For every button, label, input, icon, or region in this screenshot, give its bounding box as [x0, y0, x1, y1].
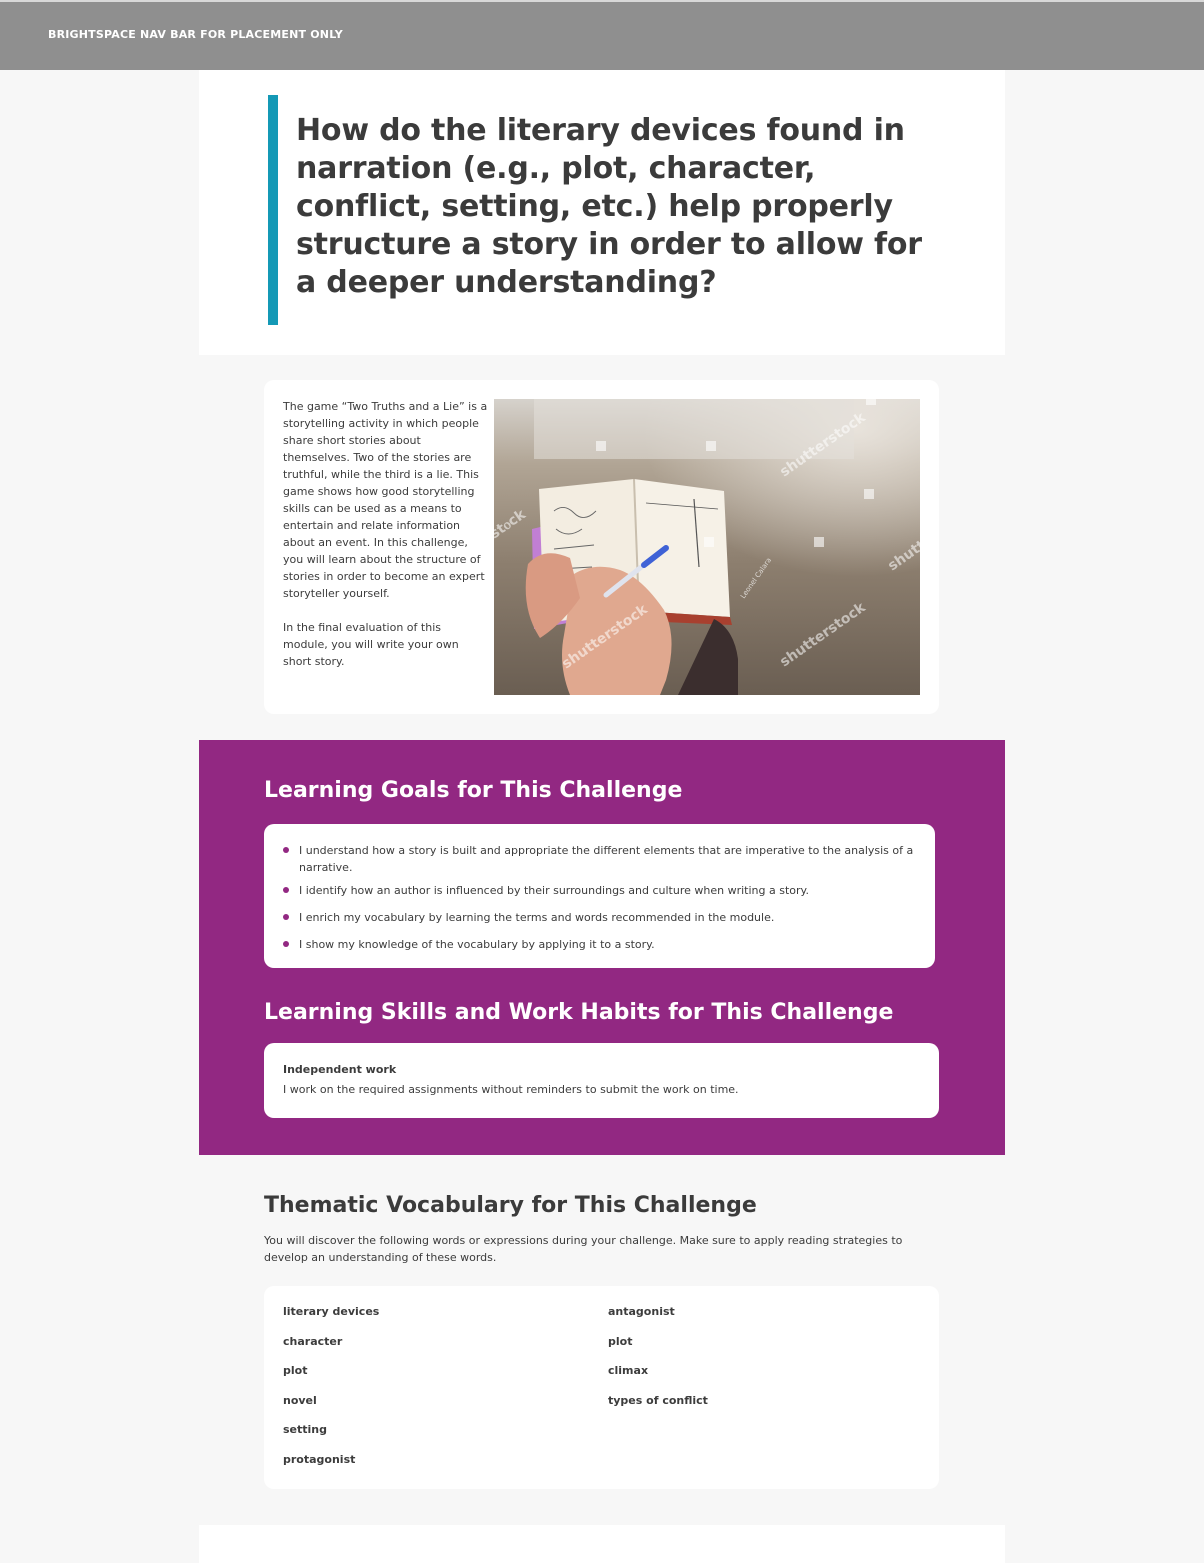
intro-paragraph: In the final evaluation of this module, … [283, 621, 459, 668]
photo-icon: shutterstock shutterstock shutterstock s… [494, 399, 920, 695]
bullet-icon [283, 847, 289, 853]
vocabulary-card: literary devices character plot novel se… [264, 1286, 939, 1489]
learning-goals-card: I understand how a story is built and ap… [264, 824, 935, 968]
bullet-icon [283, 887, 289, 893]
learning-goals-title: Learning Goals for This Challenge [264, 778, 683, 803]
learning-goals-section: Learning Goals for This Challenge I unde… [199, 740, 1005, 1155]
learning-goals-list: I understand how a story is built and ap… [283, 842, 917, 953]
list-item: I understand how a story is built and ap… [283, 842, 917, 876]
intro-card: The game “Two Truths and a Lie” is a sto… [264, 380, 939, 714]
vocabulary-term: types of conflict [608, 1393, 708, 1407]
list-item: I enrich my vocabulary by learning the t… [283, 909, 917, 926]
vocabulary-list-left: literary devices character plot novel se… [283, 1303, 379, 1481]
learning-skills-title: Learning Skills and Work Habits for This… [264, 1000, 894, 1025]
vocabulary-list-right: antagonist plot climax types of conflict [608, 1303, 708, 1421]
vocabulary-term: setting [283, 1423, 327, 1437]
nav-bar-label: BRIGHTSPACE NAV BAR FOR PLACEMENT ONLY [48, 28, 343, 41]
page-title: How do the literary devices found in nar… [296, 113, 922, 300]
list-item: I identify how an author is influenced b… [283, 882, 917, 899]
hero-section: How do the literary devices found in nar… [199, 70, 1005, 355]
skill-description: I work on the required assignments witho… [283, 1083, 739, 1096]
learning-skills-card: Independent work I work on the required … [264, 1043, 939, 1118]
intro-paragraph: The game “Two Truths and a Lie” is a sto… [283, 400, 488, 600]
vocabulary-intro: You will discover the following words or… [264, 1234, 903, 1264]
skill-heading: Independent work [283, 1063, 397, 1076]
page-content: How do the literary devices found in nar… [199, 70, 1005, 1563]
intro-section: The game “Two Truths and a Lie” is a sto… [199, 355, 1005, 740]
list-item: I show my knowledge of the vocabulary by… [283, 936, 917, 953]
bullet-icon [283, 914, 289, 920]
vocabulary-term: plot [608, 1334, 633, 1348]
vocabulary-term: character [283, 1334, 343, 1348]
vocabulary-term: protagonist [283, 1452, 356, 1466]
vocabulary-title: Thematic Vocabulary for This Challenge [264, 1193, 757, 1218]
vocabulary-term: plot [283, 1364, 308, 1378]
vocabulary-term: novel [283, 1393, 317, 1407]
notebook-photo: shutterstock shutterstock shutterstock s… [494, 399, 920, 695]
hero-accent-bar [268, 95, 278, 325]
vocabulary-term: literary devices [283, 1305, 380, 1318]
bullet-icon [283, 941, 289, 947]
vocabulary-term: antagonist [608, 1305, 675, 1318]
vocabulary-term: climax [608, 1364, 649, 1378]
nav-bar: BRIGHTSPACE NAV BAR FOR PLACEMENT ONLY [0, 0, 1204, 70]
intro-text: The game “Two Truths and a Lie” is a sto… [283, 398, 488, 670]
vocabulary-section: Thematic Vocabulary for This Challenge Y… [199, 1155, 1005, 1525]
